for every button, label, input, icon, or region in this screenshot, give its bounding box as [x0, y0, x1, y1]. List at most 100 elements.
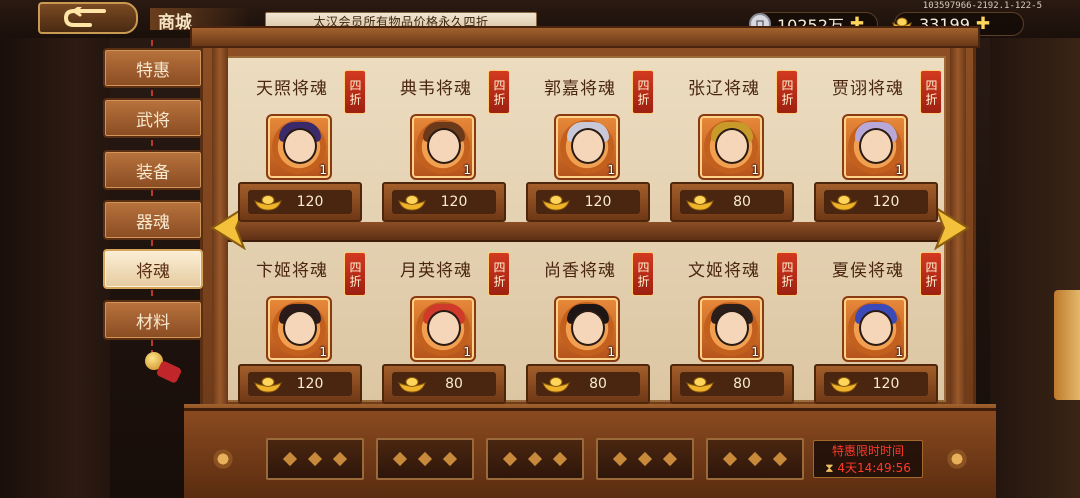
item-name: 月英将魂	[400, 261, 472, 281]
item-icon[interactable]: 1	[554, 296, 620, 362]
item-name: 张辽将魂	[688, 79, 760, 99]
item-price: 120	[296, 376, 324, 392]
cabinet-top	[190, 26, 980, 48]
tab-4[interactable]: 器魂	[103, 200, 203, 240]
item-price: 120	[584, 194, 612, 210]
item-icon[interactable]: 1	[842, 296, 908, 362]
item-count: 1	[319, 345, 327, 359]
middle-shelf	[226, 222, 946, 240]
gold-ingot-icon	[254, 195, 282, 211]
item-icon[interactable]: 1	[410, 114, 476, 180]
item-count: 1	[895, 163, 903, 177]
flower-ornament-icon	[942, 444, 972, 474]
flower-ornament-icon	[208, 444, 238, 474]
shop-item[interactable]: 文姬将魂 四折 1 80	[664, 246, 804, 406]
shop-item[interactable]: 月英将魂 四折 1 80	[376, 246, 516, 406]
price-button[interactable]: 120	[248, 372, 352, 396]
discount-tag: 四折	[920, 252, 942, 296]
lamp	[1054, 290, 1080, 400]
item-price: 80	[589, 376, 607, 392]
discount-tag: 四折	[488, 70, 510, 114]
hero-portrait-icon	[715, 310, 749, 346]
discount-tag: 四折	[344, 70, 366, 114]
tab-5[interactable]: 将魂	[103, 249, 203, 289]
item-price: 120	[872, 194, 900, 210]
item-price: 120	[440, 194, 468, 210]
item-icon[interactable]: 1	[266, 296, 332, 362]
price-button[interactable]: 80	[680, 190, 784, 214]
item-name: 郭嘉将魂	[544, 79, 616, 99]
gold-ingot-icon	[398, 377, 426, 393]
item-icon[interactable]: 1	[698, 114, 764, 180]
item-count: 1	[463, 345, 471, 359]
background-right	[990, 0, 1080, 498]
tab-1[interactable]: 特惠	[103, 48, 203, 88]
item-count: 1	[463, 163, 471, 177]
item-count: 1	[607, 345, 615, 359]
item-name: 夏侯将魂	[832, 261, 904, 281]
gold-ingot-icon	[542, 377, 570, 393]
discount-tag: 四折	[632, 70, 654, 114]
tab-3[interactable]: 装备	[103, 150, 203, 190]
shop-item[interactable]: 卞姬将魂 四折 1 120	[232, 246, 372, 406]
back-button[interactable]	[38, 2, 138, 34]
hero-portrait-icon	[427, 128, 461, 164]
drawer	[596, 438, 694, 480]
item-price: 80	[733, 376, 751, 392]
price-button[interactable]: 120	[824, 372, 928, 396]
discount-tag: 四折	[632, 252, 654, 296]
item-name: 天照将魂	[256, 79, 328, 99]
price-button[interactable]: 80	[680, 372, 784, 396]
item-name: 典韦将魂	[400, 79, 472, 99]
gold-ingot-icon	[398, 195, 426, 211]
shop-item[interactable]: 贾诩将魂 四折 1 120	[808, 64, 948, 224]
gold-ingot-icon	[542, 195, 570, 211]
price-button[interactable]: 120	[824, 190, 928, 214]
item-count: 1	[895, 345, 903, 359]
shop-item[interactable]: 张辽将魂 四折 1 80	[664, 64, 804, 224]
item-price: 120	[872, 376, 900, 392]
hero-portrait-icon	[571, 128, 605, 164]
item-count: 1	[751, 345, 759, 359]
shop-item[interactable]: 典韦将魂 四折 1 120	[376, 64, 516, 224]
background-left	[0, 0, 110, 498]
price-button[interactable]: 120	[392, 190, 496, 214]
discount-tag: 四折	[920, 70, 942, 114]
shop-item[interactable]: 夏侯将魂 四折 1 120	[808, 246, 948, 406]
discount-tag: 四折	[776, 70, 798, 114]
price-button[interactable]: 80	[536, 372, 640, 396]
gold-ingot-icon	[254, 377, 282, 393]
shop-item[interactable]: 尚香将魂 四折 1 80	[520, 246, 660, 406]
item-price: 80	[445, 376, 463, 392]
timer-label: 特惠限时时间	[831, 444, 904, 458]
server-id: 103597966-2192.1-122-5	[922, 1, 1042, 11]
discount-tag: 四折	[776, 252, 798, 296]
shop-item[interactable]: 天照将魂 四折 1 120	[232, 64, 372, 224]
item-icon[interactable]: 1	[842, 114, 908, 180]
shop-item[interactable]: 郭嘉将魂 四折 1 120	[520, 64, 660, 224]
item-icon[interactable]: 1	[266, 114, 332, 180]
price-button[interactable]: 80	[392, 372, 496, 396]
drawer	[706, 438, 804, 480]
item-name: 文姬将魂	[688, 261, 760, 281]
item-count: 1	[607, 163, 615, 177]
price-button[interactable]: 120	[536, 190, 640, 214]
gold-ingot-icon	[830, 195, 858, 211]
item-icon[interactable]: 1	[554, 114, 620, 180]
item-price: 80	[733, 194, 751, 210]
tassel-icon	[155, 360, 183, 384]
hero-portrait-icon	[427, 310, 461, 346]
price-button[interactable]: 120	[248, 190, 352, 214]
hero-portrait-icon	[283, 310, 317, 346]
item-count: 1	[319, 163, 327, 177]
discount-tag: 四折	[488, 252, 510, 296]
drawer	[266, 438, 364, 480]
tab-6[interactable]: 材料	[103, 300, 203, 340]
back-arrow-icon	[63, 7, 106, 27]
item-icon[interactable]: 1	[698, 296, 764, 362]
hero-portrait-icon	[283, 128, 317, 164]
hero-portrait-icon	[571, 310, 605, 346]
item-icon[interactable]: 1	[410, 296, 476, 362]
tab-2[interactable]: 武将	[103, 98, 203, 138]
gold-ingot-icon	[830, 377, 858, 393]
